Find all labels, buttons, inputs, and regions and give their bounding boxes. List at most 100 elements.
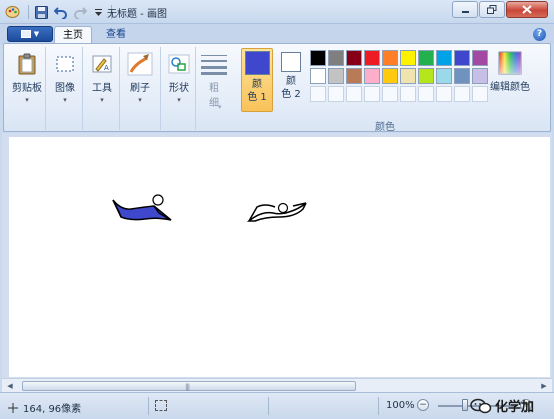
edit-colors-button[interactable]: 编辑颜色	[490, 50, 530, 93]
maximize-button[interactable]	[479, 1, 505, 18]
selection-size-icon	[155, 400, 167, 411]
color2-label-top: 颜	[286, 76, 296, 87]
brush-icon	[126, 51, 154, 77]
palette-color-swatch[interactable]	[436, 68, 452, 84]
customize-qat-button[interactable]	[91, 5, 106, 20]
image-button[interactable]: 图像 ▾	[51, 51, 79, 104]
palette-color-swatch[interactable]	[382, 50, 398, 66]
palette-custom-slot[interactable]	[310, 86, 326, 102]
palette-color-swatch[interactable]	[346, 68, 362, 84]
drawn-shape-filled	[112, 194, 172, 221]
close-icon	[522, 5, 532, 14]
help-icon[interactable]: ?	[533, 28, 546, 41]
tools-button[interactable]: A 工具 ▾	[88, 51, 116, 104]
restore-icon	[487, 5, 497, 14]
palette-custom-slot[interactable]	[454, 86, 470, 102]
palette-custom-slot[interactable]	[436, 86, 452, 102]
shapes-icon	[165, 51, 193, 77]
color-spectrum-icon	[496, 50, 524, 76]
palette-color-swatch[interactable]	[310, 68, 326, 84]
palette-color-swatch[interactable]	[472, 68, 488, 84]
color2-label-bottom: 色 2	[281, 89, 301, 100]
brushes-button[interactable]: 刷子 ▾	[126, 51, 154, 104]
palette-custom-slot[interactable]	[400, 86, 416, 102]
scroll-right-button[interactable]: ▶	[538, 380, 550, 392]
ribbon-home: 剪贴板 ▾ 图像 ▾ A 工具 ▾ 刷子 ▾ 形状 ▾ 粗 细 ▾ 颜 色 1 …	[3, 43, 551, 133]
clipboard-label: 剪贴板	[12, 83, 42, 94]
palette-color-swatch[interactable]	[400, 68, 416, 84]
pencil-text-icon: A	[88, 51, 116, 77]
palette-custom-slot[interactable]	[418, 86, 434, 102]
window-controls	[452, 1, 548, 18]
status-divider	[148, 397, 149, 415]
drawn-shape-outline	[246, 202, 307, 222]
chevron-down-icon: ▾	[25, 96, 29, 104]
minimize-button[interactable]	[452, 1, 478, 18]
clipboard-button[interactable]: 剪贴板 ▾	[12, 51, 42, 104]
color1-swatch	[244, 51, 270, 75]
undo-button[interactable]	[53, 5, 68, 20]
brushes-label: 刷子	[130, 83, 150, 94]
tab-home[interactable]: 主页	[54, 26, 92, 44]
canvas-drawing	[112, 194, 307, 222]
chevron-down-icon: ▾	[63, 96, 67, 104]
palette-custom-slot[interactable]	[472, 86, 488, 102]
palette-color-swatch[interactable]	[328, 68, 344, 84]
save-icon	[35, 5, 48, 19]
horizontal-scrollbar[interactable]: ◀ ||| ▶	[2, 378, 552, 392]
scrollbar-thumb[interactable]: |||	[22, 381, 356, 391]
paint-menu-button[interactable]: ▼	[7, 26, 53, 42]
palette-color-swatch[interactable]	[418, 50, 434, 66]
paint-app-icon[interactable]	[5, 4, 20, 19]
color2-button[interactable]: 颜 色 2	[275, 52, 307, 101]
palette-color-swatch[interactable]	[472, 50, 488, 66]
image-label: 图像	[55, 83, 75, 94]
size-button[interactable]: 粗 细	[200, 51, 228, 109]
grip-icon: |||	[185, 383, 190, 391]
wechat-logo-icon	[470, 398, 492, 413]
clipboard-icon	[13, 51, 41, 77]
cursor-position: 164, 96像素	[8, 400, 81, 415]
shapes-button[interactable]: 形状 ▾	[165, 51, 193, 104]
tab-view[interactable]: 查看	[98, 26, 134, 44]
chevron-down-icon: ▾	[177, 96, 181, 104]
dropdown-arrow-icon	[95, 8, 102, 16]
palette-custom-slot[interactable]	[346, 86, 362, 102]
palette-color-swatch[interactable]	[364, 50, 380, 66]
group-shapes: 形状 ▾	[162, 47, 196, 130]
edit-colors-label: 编辑颜色	[490, 82, 530, 93]
scroll-left-button[interactable]: ◀	[4, 380, 16, 392]
color-palette	[310, 50, 488, 102]
watermark-text: 化学加	[495, 400, 535, 415]
crosshair-icon	[8, 402, 18, 413]
group-brushes: 刷子 ▾	[121, 47, 161, 130]
zoom-slider-thumb[interactable]	[462, 399, 468, 411]
close-button[interactable]	[506, 1, 548, 18]
palette-custom-slot[interactable]	[382, 86, 398, 102]
palette-custom-slot[interactable]	[364, 86, 380, 102]
palette-color-swatch[interactable]	[400, 50, 416, 66]
palette-color-swatch[interactable]	[436, 50, 452, 66]
redo-button[interactable]	[72, 5, 87, 20]
palette-color-swatch[interactable]	[418, 68, 434, 84]
group-image: 图像 ▾	[47, 47, 83, 130]
ribbon-tabs: ▼ 主页 查看 ?	[0, 24, 554, 44]
workspace	[2, 133, 552, 378]
window-title: 无标题 - 画图	[107, 9, 167, 20]
palette-color-swatch[interactable]	[328, 50, 344, 66]
chevron-down-icon: ▾	[218, 103, 222, 111]
palette-color-swatch[interactable]	[382, 68, 398, 84]
palette-custom-slot[interactable]	[328, 86, 344, 102]
color2-swatch	[281, 52, 301, 72]
palette-color-swatch[interactable]	[454, 68, 470, 84]
save-button[interactable]	[34, 5, 49, 20]
palette-color-swatch[interactable]	[310, 50, 326, 66]
palette-color-swatch[interactable]	[364, 68, 380, 84]
select-icon	[51, 51, 79, 77]
drawing-canvas[interactable]	[9, 137, 550, 377]
color1-button[interactable]: 颜 色 1	[241, 48, 273, 112]
document-icon	[20, 30, 31, 38]
palette-color-swatch[interactable]	[454, 50, 470, 66]
palette-color-swatch[interactable]	[346, 50, 362, 66]
zoom-out-button[interactable]: −	[417, 399, 429, 411]
